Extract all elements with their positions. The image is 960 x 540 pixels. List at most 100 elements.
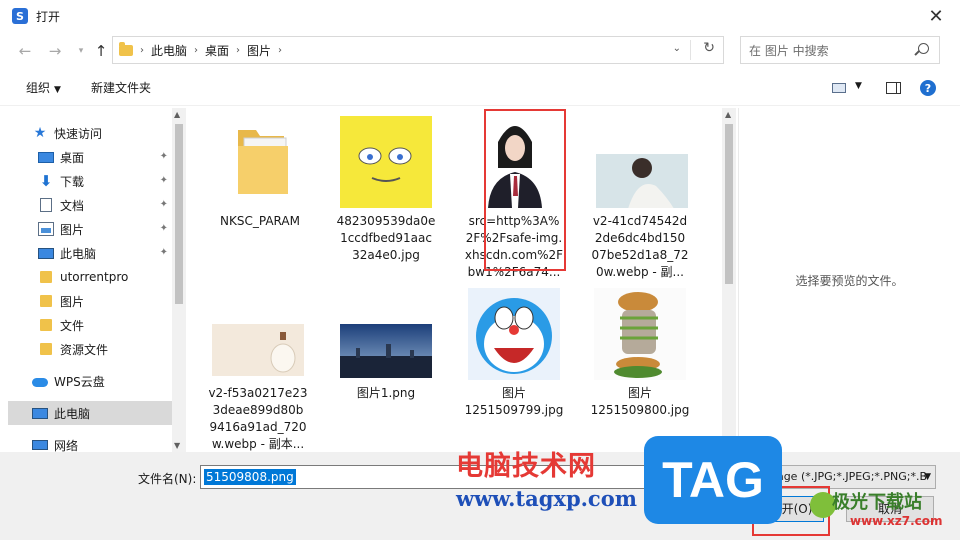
chevron-down-icon[interactable]: ▼ [855,81,862,91]
address-bar[interactable]: › 此电脑 › 桌面 › 图片 › ⌄ ↻ [112,36,724,64]
nav-item-utorrentpro[interactable]: utorrentpro [38,265,172,289]
preview-message: 选择要预览的文件。 [795,274,904,288]
highlight-box-portrait [484,109,566,271]
chevron-right-icon[interactable]: › [194,45,198,56]
search-input[interactable]: 在 图片 中搜索 [740,36,940,64]
back-arrow-icon[interactable]: ← [14,40,36,62]
view-mode-icon[interactable] [832,83,846,93]
nav-item-label: 桌面 [60,150,85,165]
scroll-thumb[interactable] [175,124,183,304]
nav-item-label: 此电脑 [54,406,91,421]
star-icon: ★ [33,125,47,141]
nav-item-documents[interactable]: 文档 ✦ [38,193,172,217]
nav-item-pictures[interactable]: 图片 ✦ [38,217,172,241]
nav-item-downloads[interactable]: ⬇ 下载 ✦ [38,169,172,193]
grid-scrollbar[interactable]: ▲ ▼ [722,108,736,452]
file-name-line: 1251509800.jpg [590,403,690,417]
organize-button[interactable]: 组织 ▼ [26,79,61,96]
nav-scrollbar[interactable]: ▲ ▼ [172,108,186,452]
file-name-line: w.webp - 副本... [211,437,305,451]
chevron-down-icon: ▼ [54,85,61,95]
file-item[interactable]: NKSC_PARAM [200,116,320,230]
nav-item-files-folder[interactable]: 文件 [38,313,172,337]
chevron-right-icon[interactable]: › [140,45,144,56]
breadcrumb-item[interactable]: 此电脑 [151,42,187,59]
scroll-thumb[interactable] [725,124,733,284]
site-logo-url: www.xz7.com [850,514,943,528]
nav-item-label: 快速访问 [54,126,103,141]
spongebob-thumbnail [340,116,432,208]
computer-icon [38,247,54,259]
folder-icon [40,271,52,283]
nav-item-label: 网络 [54,438,79,453]
folder-icon [40,295,52,307]
search-icon[interactable] [918,43,929,54]
file-item[interactable]: 图片 1251509799.jpg [454,288,574,419]
pictures-icon [38,222,54,236]
burger-cat-thumbnail [594,288,686,380]
file-name-line: 32a4e0.jpg [352,248,420,262]
nav-item-this-pc-pinned[interactable]: 此电脑 ✦ [38,241,172,265]
help-icon[interactable]: ? [920,80,936,96]
nav-item-desktop[interactable]: 桌面 ✦ [38,145,172,169]
nav-item-label: 资源文件 [60,342,109,357]
pin-icon: ✦ [159,151,168,162]
file-item[interactable]: 482309539da0e 1ccdfbed91aac 32a4e0.jpg [326,116,446,264]
computer-icon [32,407,48,419]
title-bar: S 打开 ✕ [0,0,960,32]
file-name: 图片1.png [356,386,416,400]
file-name-line: 3deae899d80b [212,403,304,417]
file-name-line: v2-f53a0217e23 [208,386,308,400]
preview-pane-icon[interactable] [886,82,901,94]
nav-item-wps-cloud[interactable]: WPS云盘 [32,369,172,393]
file-name: NKSC_PARAM [220,214,300,228]
nav-item-quick-access[interactable]: ★ 快速访问 [32,121,172,145]
file-name-line: 图片 [501,386,526,400]
chevron-down-icon[interactable]: ▼ [924,466,931,488]
divider [690,40,691,60]
refresh-icon[interactable]: ↻ [703,40,715,56]
address-chevron-down-icon[interactable]: ⌄ [673,43,681,54]
file-item[interactable]: v2-41cd74542d 2de6dc4bd150 07be52d1a8_72… [580,116,700,281]
preview-pane: 选择要预览的文件。 [738,108,960,452]
scroll-up-icon[interactable]: ▲ [725,110,731,119]
file-item[interactable]: v2-f53a0217e23 3deae899d80b 9416a91ad_72… [198,288,318,452]
file-name-line: 9416a91ad_720 [209,420,307,434]
close-icon[interactable]: ✕ [922,5,950,27]
new-folder-button[interactable]: 新建文件夹 [91,79,151,96]
network-icon [32,440,48,450]
forward-arrow-icon[interactable]: → [44,40,66,62]
filename-value[interactable]: 51509808.png [204,469,296,485]
photo-thumbnail [596,154,688,216]
folder-icon [119,41,133,56]
file-name-line: 482309539da0e [336,214,436,228]
command-toolbar: 组织 ▼ 新建文件夹 ▼ ? [0,70,960,106]
pin-icon: ✦ [159,199,168,210]
filename-label: 文件名(N): [138,472,197,486]
doraemon-thumbnail [468,288,560,380]
breadcrumb-item[interactable]: 图片 [247,42,271,59]
download-icon: ⬇ [39,172,53,190]
file-name-line: 1251509799.jpg [464,403,564,417]
recent-chevron-down-icon[interactable]: ▾ [70,40,92,62]
file-type-value: Image (*.JPG;*.JPEG;*.PNG;*.B [763,470,928,483]
chevron-right-icon[interactable]: › [236,45,240,56]
file-name-line: v2-41cd74542d [592,214,688,228]
file-name-line: 0w.webp - 副... [596,265,684,279]
chevron-right-icon[interactable]: › [278,45,282,56]
document-icon [40,198,52,212]
folder-icon [238,130,288,194]
file-item[interactable]: 图片1.png [326,288,446,402]
pin-icon: ✦ [159,175,168,186]
nav-item-resources-folder[interactable]: 资源文件 [38,337,172,361]
up-arrow-icon[interactable]: ↑ [90,40,112,62]
breadcrumb-item[interactable]: 桌面 [205,42,229,59]
nav-item-this-pc[interactable]: 此电脑 [8,401,172,425]
nav-item-network[interactable]: 网络 [32,433,172,452]
pin-icon: ✦ [159,223,168,234]
scroll-down-icon[interactable]: ▼ [174,441,180,450]
file-item[interactable]: 图片 1251509800.jpg [580,288,700,419]
scroll-up-icon[interactable]: ▲ [174,110,180,119]
file-grid: NKSC_PARAM 482309539da0e 1ccdfbed91aac 3… [190,108,720,452]
nav-item-pictures-folder[interactable]: 图片 [38,289,172,313]
